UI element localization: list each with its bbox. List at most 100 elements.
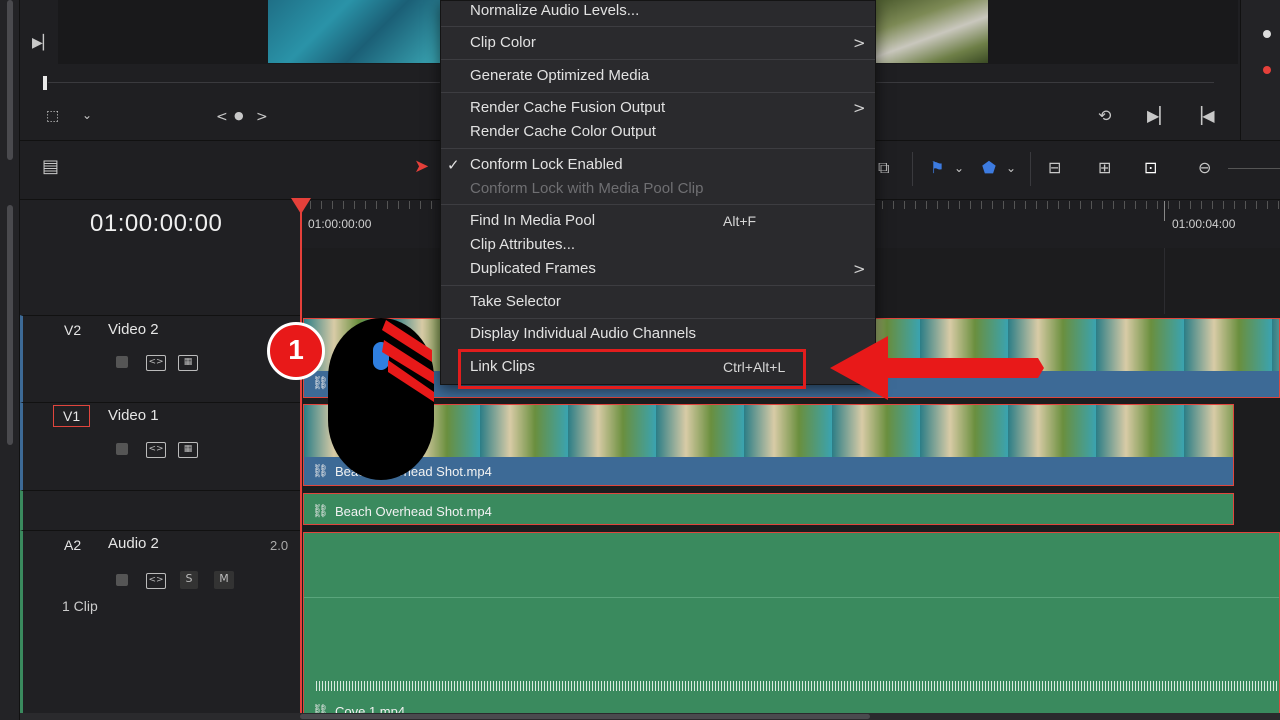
ruler-tick	[1190, 201, 1191, 209]
ruler-tick	[937, 201, 938, 209]
ruler-tick	[420, 201, 421, 209]
ruler-tick	[321, 201, 322, 209]
menu-item-render-cache-color[interactable]: Render Cache Color Output	[470, 123, 656, 140]
ruler-tick	[1256, 201, 1257, 209]
checkmark-icon: ✓	[447, 156, 460, 174]
left-scrollbar-bottom[interactable]	[7, 205, 13, 445]
track-id-v2: V2	[64, 322, 82, 338]
play-forward-icon[interactable]: ▶▏	[32, 36, 54, 50]
loop-icon[interactable]: ⟲	[1098, 108, 1111, 124]
track-header-a2[interactable]	[20, 530, 300, 720]
menu-item-generate-optimized-media[interactable]: Generate Optimized Media	[470, 67, 649, 84]
scrollbar-thumb[interactable]	[300, 714, 870, 719]
ruler-tick	[1113, 201, 1114, 209]
menu-item-duplicated-frames[interactable]: Duplicated Frames	[470, 260, 596, 277]
previous-frame-icon[interactable]: ▕◀	[1190, 108, 1215, 124]
playhead-line[interactable]	[300, 208, 302, 720]
track-id-v1[interactable]: V1	[53, 405, 91, 427]
left-scrollbar-top[interactable]	[7, 0, 13, 160]
lock-icon[interactable]	[116, 443, 128, 455]
nav-prev-icon[interactable]: <	[216, 110, 228, 124]
clip-count-label: 1 Clip	[62, 598, 98, 614]
next-frame-icon[interactable]: ▶▏	[1147, 108, 1172, 124]
flag-icon[interactable]: ⚑	[930, 160, 944, 176]
track-enable-icon[interactable]: ▦	[178, 355, 198, 371]
auto-select-icon[interactable]: <>	[146, 442, 166, 458]
selection-tool-icon[interactable]: ➤	[414, 158, 429, 176]
snap-icon[interactable]: ⧉	[878, 160, 889, 176]
lock-icon[interactable]	[116, 356, 128, 368]
menu-separator	[441, 285, 875, 286]
marker-icon[interactable]: ⬟	[982, 160, 996, 176]
menu-item-find-in-media-pool[interactable]: Find In Media Pool	[470, 212, 595, 229]
ruler-major-tick	[1164, 201, 1165, 221]
menu-item-conform-lock-enabled[interactable]: Conform Lock Enabled	[470, 156, 623, 173]
ruler-tick	[332, 201, 333, 209]
ruler-tick	[1003, 201, 1004, 209]
menu-item-normalize-audio[interactable]: Normalize Audio Levels...	[470, 2, 639, 19]
ruler-tick	[882, 201, 883, 209]
menu-item-clip-attributes[interactable]: Clip Attributes...	[470, 236, 575, 253]
ruler-tick	[926, 201, 927, 209]
menu-item-clip-color[interactable]: Clip Color	[470, 34, 536, 51]
ruler-tick	[398, 201, 399, 209]
ruler-tick	[1047, 201, 1048, 209]
right-red-dot-icon[interactable]	[1263, 66, 1271, 74]
zoom-slider[interactable]	[1228, 168, 1280, 169]
track-header-a1[interactable]	[20, 490, 300, 530]
lock-icon[interactable]	[116, 574, 128, 586]
ruler-tick	[376, 201, 377, 209]
viewer-thumbnail-cliff	[876, 0, 988, 63]
timeline-gridline	[1164, 248, 1165, 314]
track-name-v1: Video 1	[108, 407, 159, 424]
zoom-detail-icon[interactable]: ⊞	[1098, 160, 1111, 176]
menu-item-render-cache-fusion[interactable]: Render Cache Fusion Output	[470, 99, 665, 116]
step-number-badge: 1	[267, 322, 325, 380]
auto-select-icon[interactable]: <>	[146, 355, 166, 371]
ruler-tick	[1223, 201, 1224, 209]
zoom-custom-icon[interactable]: ⊡	[1144, 160, 1157, 176]
right-dot-icon[interactable]	[1263, 30, 1271, 38]
annotation-highlight-box	[458, 349, 806, 389]
chevron-right-icon: >	[853, 99, 866, 117]
ruler-tick	[1102, 201, 1103, 209]
audio-channels-label: 2.0	[270, 538, 289, 553]
timeline-horizontal-scrollbar[interactable]	[20, 713, 1280, 720]
track-enable-icon[interactable]: ▦	[178, 442, 198, 458]
clip-a2[interactable]	[303, 532, 1280, 720]
track-name-v2: Video 2	[108, 321, 159, 338]
timecode-display: 01:00:00:00	[90, 210, 223, 237]
toolbar-divider	[1030, 152, 1031, 186]
zoom-full-icon[interactable]: ⊟	[1048, 160, 1061, 176]
ruler-tick	[387, 201, 388, 209]
zoom-out-icon[interactable]: ⊖	[1198, 160, 1211, 176]
menu-separator	[441, 26, 875, 27]
solo-button[interactable]: S	[180, 571, 198, 589]
menu-separator	[441, 318, 875, 319]
transform-icon[interactable]: ⬚	[46, 109, 59, 123]
menu-item-take-selector[interactable]: Take Selector	[470, 293, 561, 310]
chevron-down-icon[interactable]: ⌄	[82, 109, 92, 121]
marker-chevron-down-icon[interactable]: ⌄	[1006, 162, 1016, 174]
menu-item-display-audio-channels[interactable]: Display Individual Audio Channels	[470, 325, 696, 342]
ruler-tick	[1135, 201, 1136, 209]
nav-dot-icon[interactable]: ●	[234, 110, 244, 121]
ruler-tick	[1157, 201, 1158, 209]
ruler-tick	[1146, 201, 1147, 209]
nav-next-icon[interactable]: >	[256, 110, 268, 124]
ruler-tick	[343, 201, 344, 209]
timeline-view-icon[interactable]: ▤	[42, 158, 59, 176]
viewer-scrub-head[interactable]	[43, 76, 47, 90]
ruler-tick	[904, 201, 905, 209]
playhead-handle[interactable]	[291, 198, 311, 214]
track-id-a2: A2	[64, 537, 82, 553]
auto-select-icon[interactable]: <>	[146, 573, 166, 589]
ruler-tick	[1080, 201, 1081, 209]
flag-chevron-down-icon[interactable]: ⌄	[954, 162, 964, 174]
ruler-tick	[1014, 201, 1015, 209]
ruler-tick	[1212, 201, 1213, 209]
viewer-thumbnail-ocean	[268, 0, 440, 63]
mute-button[interactable]: M	[214, 571, 234, 589]
toolbar-divider	[912, 152, 913, 186]
ruler-tick	[1069, 201, 1070, 209]
